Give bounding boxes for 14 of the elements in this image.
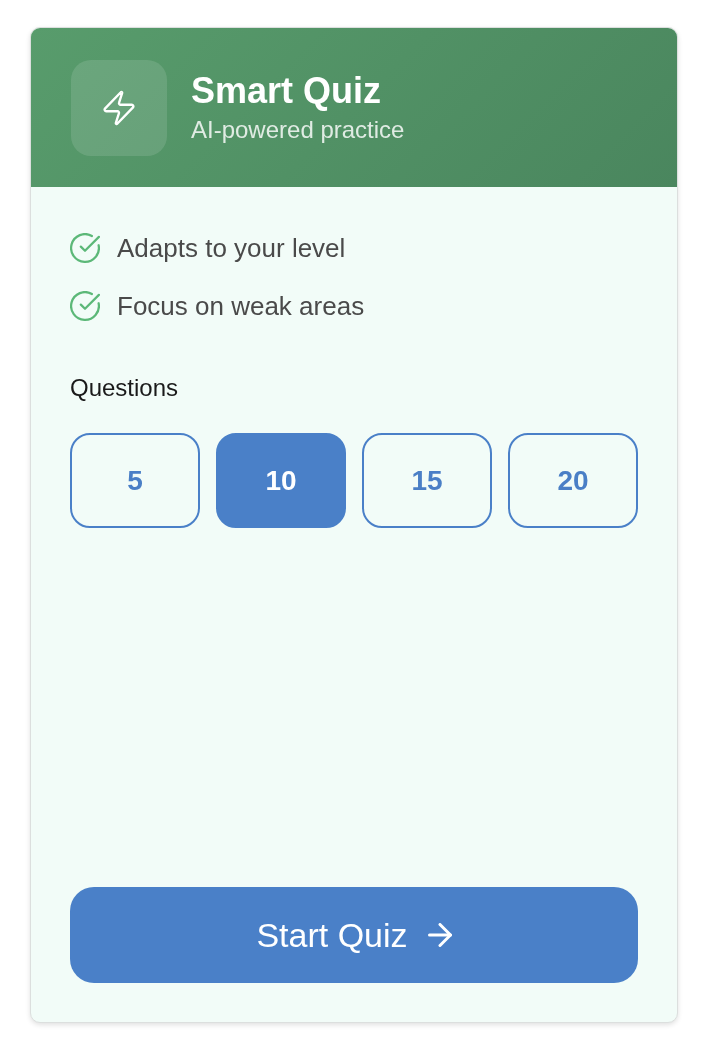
arrow-right-icon <box>427 923 452 947</box>
card-subtitle: AI-powered practice <box>191 114 405 145</box>
question-count-option[interactable]: 15 <box>362 433 492 528</box>
card-title: Smart Quiz <box>191 70 383 111</box>
check-circle-icon <box>70 233 100 263</box>
lightning-icon <box>71 59 167 156</box>
feature-text: Adapts to your level <box>117 233 346 263</box>
question-count-option[interactable]: 10 <box>216 433 346 528</box>
check-circle-icon <box>70 291 100 321</box>
start-quiz-button[interactable]: Start Quiz <box>70 887 638 983</box>
feature-text: Focus on weak areas <box>117 291 365 321</box>
questions-label: Questions <box>70 373 180 403</box>
question-count-option[interactable]: 5 <box>70 433 200 528</box>
question-count-option[interactable]: 20 <box>508 433 638 528</box>
